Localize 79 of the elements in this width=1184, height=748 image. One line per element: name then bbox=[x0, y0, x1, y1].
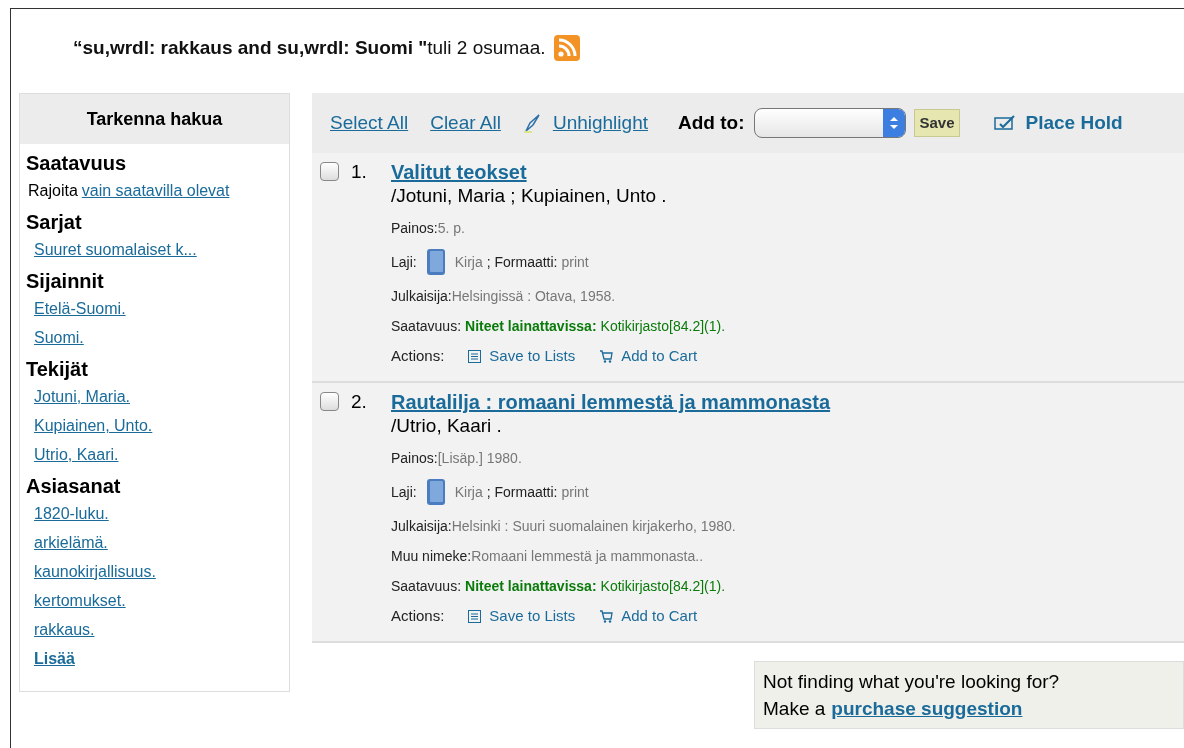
field-value: Helsingissä : Otava, 1958. bbox=[451, 286, 616, 306]
field-label: Laji: bbox=[391, 482, 417, 502]
field-value: print bbox=[561, 482, 589, 502]
facet-label: Rajoita bbox=[28, 181, 78, 201]
facet-heading: Tekijät bbox=[26, 357, 89, 382]
field-label: Julkaisija: bbox=[391, 516, 452, 536]
updown-arrows-icon bbox=[890, 116, 899, 130]
field-value: 5. p. bbox=[437, 218, 465, 238]
book-icon bbox=[424, 248, 447, 276]
facet-heading: Sijainnit bbox=[26, 269, 105, 294]
result-number: 2. bbox=[350, 391, 368, 414]
field-label: ; Formaatti: bbox=[486, 252, 558, 272]
field-value: Kotikirjasto[84.2](1). bbox=[600, 316, 726, 336]
facet-link[interactable]: arkielämä. bbox=[34, 534, 108, 551]
cart-icon bbox=[599, 609, 614, 623]
save-button[interactable]: Save bbox=[914, 109, 960, 137]
field-label: ; Formaatti: bbox=[486, 482, 558, 502]
save-to-lists-link[interactable]: Save to Lists bbox=[468, 344, 576, 368]
results-summary: “su,wrdl: rakkaus and su,wrdl: Suomi "tuli 2 osumaa. bbox=[73, 35, 546, 60]
facet-link[interactable]: vain saatavilla olevat bbox=[81, 176, 230, 205]
clear-all-link[interactable]: Clear All bbox=[430, 108, 501, 138]
facet-heading: Asiasanat bbox=[26, 474, 122, 499]
place-hold-link[interactable]: Place Hold bbox=[993, 108, 1123, 138]
field-label: Saatavuus: bbox=[391, 576, 462, 596]
facet-link[interactable]: kertomukset. bbox=[34, 592, 126, 609]
cart-icon bbox=[599, 349, 614, 363]
result-author: /Jotuni, Maria ; Kupiainen, Unto . bbox=[391, 184, 668, 208]
list-icon bbox=[468, 349, 482, 363]
field-label: Saatavuus: bbox=[391, 316, 462, 336]
field-value: Kirja bbox=[454, 482, 483, 502]
facet-link[interactable]: kaunokirjallisuus. bbox=[34, 563, 156, 580]
suggestion-text: Make a bbox=[763, 697, 826, 721]
purchase-suggestion-link[interactable]: purchase suggestion bbox=[831, 695, 1023, 722]
field-value: Romaani lemmestä ja mammonasta.. bbox=[471, 546, 704, 566]
suggestion-text: Not finding what you're looking for? bbox=[763, 670, 1061, 694]
result-number: 1. bbox=[350, 161, 368, 184]
field-label: Laji: bbox=[391, 252, 417, 272]
result-title-link[interactable]: Valitut teokset bbox=[391, 161, 726, 183]
facet-link[interactable]: Kupiainen, Unto. bbox=[34, 417, 153, 434]
facet-link[interactable]: Etelä-Suomi. bbox=[34, 300, 126, 317]
facet-link[interactable]: Suuret suomalaiset k... bbox=[34, 241, 197, 258]
availability-status: Niteet lainattavissa: bbox=[465, 316, 597, 336]
field-label: Muu nimeke: bbox=[391, 546, 472, 566]
field-value: [Lisäp.] 1980. bbox=[437, 448, 522, 468]
facet-link[interactable]: Suomi. bbox=[34, 329, 84, 346]
more-link[interactable]: Lisää bbox=[34, 650, 75, 667]
unhighlight-link[interactable]: Unhighlight bbox=[522, 108, 648, 138]
facet-link[interactable]: 1820-luku. bbox=[34, 505, 109, 522]
result-author: /Utrio, Kaari . bbox=[391, 414, 503, 438]
field-value: Helsinki : Suuri suomalainen kirjakerho, 1980. bbox=[451, 516, 736, 536]
field-label: Painos: bbox=[391, 448, 438, 468]
pen-icon bbox=[522, 113, 541, 133]
facet-link[interactable]: rakkaus. bbox=[34, 621, 95, 638]
select-all-link[interactable]: Select All bbox=[330, 108, 409, 138]
field-label: Painos: bbox=[391, 218, 438, 238]
list-icon bbox=[468, 609, 482, 623]
add-to-cart-link[interactable]: Add to Cart bbox=[599, 604, 698, 628]
field-value: Kotikirjasto[84.2](1). bbox=[600, 576, 726, 596]
field-label: Actions: bbox=[391, 605, 445, 626]
result-title-link[interactable]: Rautalilja : romaani lemmestä ja mammonasta bbox=[391, 391, 831, 413]
field-label: Julkaisija: bbox=[391, 286, 452, 306]
facet-heading: Saatavuus bbox=[26, 151, 128, 176]
result-checkbox[interactable] bbox=[320, 162, 339, 181]
facet-heading: Sarjat bbox=[26, 210, 83, 235]
field-value: Kirja bbox=[454, 252, 483, 272]
add-to-cart-link[interactable]: Add to Cart bbox=[599, 344, 698, 368]
add-to-label: Add to: bbox=[678, 110, 745, 135]
refine-title: Tarkenna hakua bbox=[20, 94, 289, 144]
field-value: print bbox=[561, 252, 589, 272]
save-to-lists-link[interactable]: Save to Lists bbox=[468, 604, 576, 628]
result-checkbox[interactable] bbox=[320, 392, 339, 411]
facet-link[interactable]: Jotuni, Maria. bbox=[34, 388, 131, 405]
checked-box-icon bbox=[993, 115, 1018, 131]
availability-status: Niteet lainattavissa: bbox=[465, 576, 597, 596]
list-dropdown[interactable] bbox=[754, 108, 907, 138]
field-label: Actions: bbox=[391, 345, 445, 366]
facet-link[interactable]: Utrio, Kaari. bbox=[34, 446, 119, 463]
rss-feed-icon[interactable] bbox=[553, 35, 580, 61]
book-icon bbox=[424, 478, 447, 506]
